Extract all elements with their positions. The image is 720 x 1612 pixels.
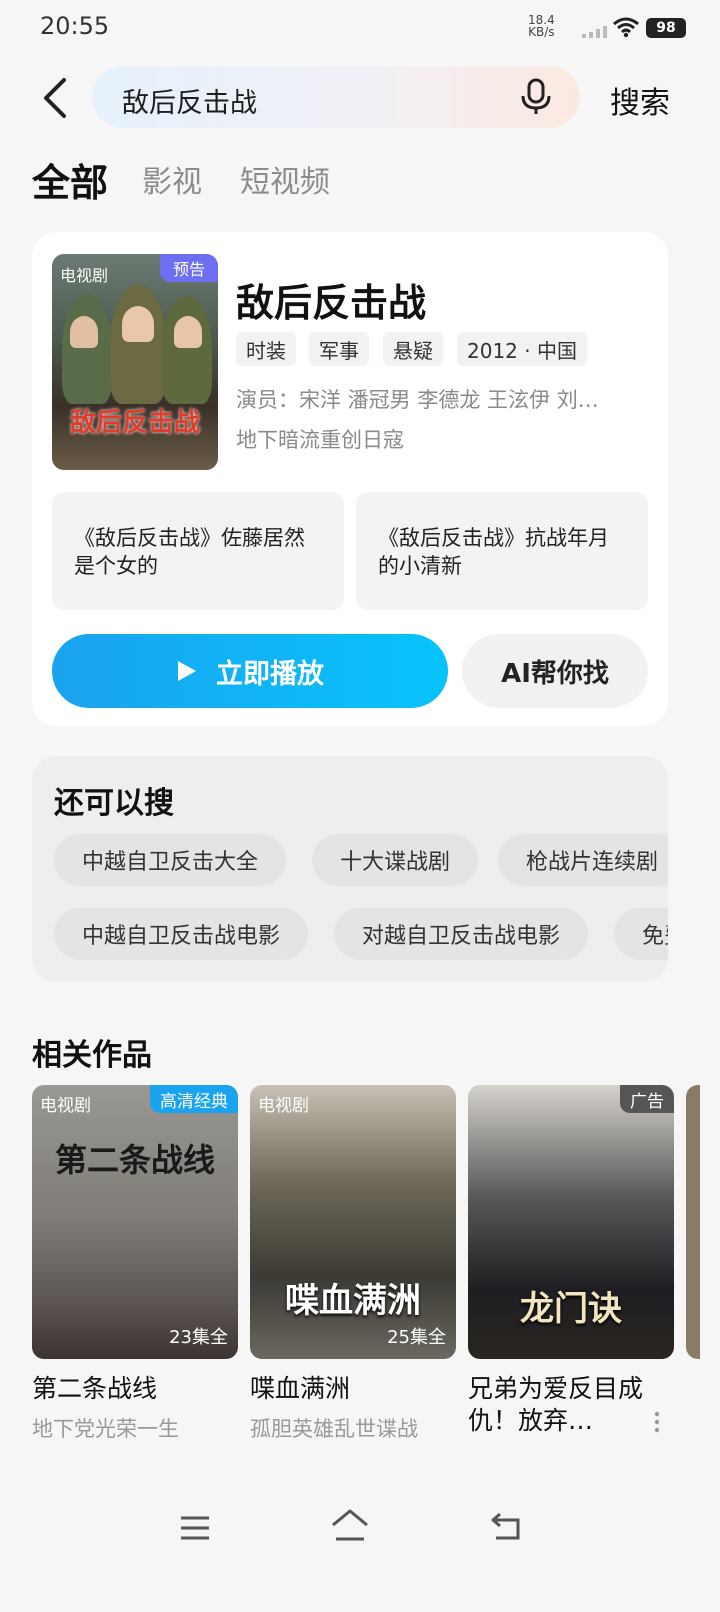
hd-classic-badge: 高清经典 [150, 1085, 238, 1113]
suggestion-chip[interactable]: 对越自卫反击战电影 [334, 908, 589, 960]
suggestion-chip[interactable]: 十大谍战剧 [312, 834, 479, 886]
related-work-card[interactable]: 电视剧 高清经典 第二条战线 23集全 第二条战线 地下党光荣一生 [32, 1085, 238, 1443]
tab-all[interactable]: 全部 [32, 152, 108, 207]
genre-tag: 悬疑 [383, 332, 443, 366]
related-work-subtitle: 地下党光荣一生 [32, 1417, 179, 1441]
network-speed-unit: KB/s [528, 25, 555, 39]
clip-title-line: 是个女的 [74, 554, 158, 578]
poster-title-text: 敌后反击战 [69, 408, 200, 438]
clip-title-line: 《敌后反击战》佐藤居然 [74, 526, 305, 550]
signal-icon [582, 26, 607, 38]
play-now-label: 立即播放 [216, 658, 324, 690]
tab-short-video[interactable]: 短视频 [240, 157, 330, 201]
related-work-name: 喋血满洲 [250, 1374, 351, 1403]
clip-title-line: 《敌后反击战》抗战年月 [378, 526, 609, 550]
main-result-card: 电视剧 预告 敌后反击战 敌后反击战 时装 军事 悬疑 2012 · 中国 演员… [32, 232, 668, 726]
suggestion-chip[interactable]: 中越自卫反击战电影 [54, 908, 309, 960]
year-region-tag: 2012 · 中国 [457, 332, 587, 366]
more-options-icon[interactable] [654, 1411, 660, 1437]
menu-icon[interactable] [180, 1515, 210, 1541]
wifi-icon [613, 17, 639, 38]
related-poster-partial[interactable] [686, 1085, 700, 1359]
tab-film-tv[interactable]: 影视 [142, 157, 202, 201]
related-work-name: 第二条战线 [32, 1374, 158, 1403]
drama-title[interactable]: 敌后反击战 [236, 272, 426, 327]
search-input[interactable]: 敌后反击战 [92, 66, 580, 128]
related-work-name: 兄弟为爱反目成仇！放弃… [468, 1374, 644, 1435]
related-clip-card[interactable]: 《敌后反击战》佐藤居然 是个女的 [52, 492, 344, 610]
ai-find-button[interactable]: AI帮你找 [462, 634, 648, 708]
poster-title-text: 龙门诀 [520, 1289, 622, 1329]
search-button[interactable]: 搜索 [610, 78, 670, 122]
related-works-title: 相关作品 [32, 1038, 152, 1073]
back-nav-icon[interactable] [490, 1512, 522, 1540]
suggestion-chip[interactable]: 中越自卫反击大全 [54, 834, 287, 886]
play-icon [178, 661, 196, 681]
genre-tag: 军事 [309, 332, 369, 366]
genre-tag: 时装 [236, 332, 296, 366]
poster-title-text: 第二条战线 [54, 1141, 215, 1179]
suggestion-chip[interactable]: 枪战片连续剧 [498, 834, 668, 886]
poster-type-label: 电视剧 [40, 1096, 91, 1116]
back-arrow-icon[interactable] [36, 74, 76, 122]
related-poster[interactable]: 广告 龙门诀 [468, 1085, 674, 1359]
trailer-badge: 预告 [160, 254, 218, 282]
related-work-card[interactable]: 电视剧 喋血满洲 25集全 喋血满洲 孤胆英雄乱世谍战 [250, 1085, 456, 1443]
actors-line: 演员：宋洋 潘冠男 李德龙 王泫伊 刘… [236, 388, 599, 412]
poster-type-label: 电视剧 [60, 266, 109, 285]
network-speed: 18.4 KB/s [528, 14, 555, 38]
ad-badge: 广告 [620, 1085, 674, 1113]
battery-icon: 98 [646, 18, 686, 38]
play-now-button[interactable]: 立即播放 [52, 634, 448, 708]
search-query-text[interactable]: 敌后反击战 [122, 81, 257, 120]
related-clip-card[interactable]: 《敌后反击战》抗战年月 的小清新 [356, 492, 648, 610]
drama-poster[interactable]: 电视剧 预告 敌后反击战 [52, 254, 218, 470]
clip-title-line: 的小清新 [378, 554, 462, 578]
status-time: 20:55 [40, 12, 110, 40]
episode-count: 23集全 [169, 1327, 228, 1348]
related-work-subtitle: 孤胆英雄乱世谍战 [250, 1417, 418, 1441]
home-icon[interactable] [330, 1508, 370, 1542]
related-poster[interactable]: 电视剧 高清经典 第二条战线 23集全 [32, 1085, 238, 1359]
drama-tagline: 地下暗流重创日寇 [236, 428, 404, 452]
poster-type-label: 电视剧 [258, 1096, 309, 1116]
suggestion-chip[interactable]: 免费 [614, 908, 668, 960]
also-search-section: 还可以搜 中越自卫反击大全 十大谍战剧 枪战片连续剧 中越自卫反击战电影 对越自… [32, 756, 668, 982]
episode-count: 25集全 [387, 1327, 446, 1348]
also-search-title: 还可以搜 [54, 786, 174, 821]
poster-title-text: 喋血满洲 [285, 1281, 421, 1321]
related-work-card[interactable]: 广告 龙门诀 兄弟为爱反目成仇！放弃… [468, 1085, 674, 1437]
microphone-icon[interactable] [520, 78, 552, 116]
related-poster[interactable]: 电视剧 喋血满洲 25集全 [250, 1085, 456, 1359]
